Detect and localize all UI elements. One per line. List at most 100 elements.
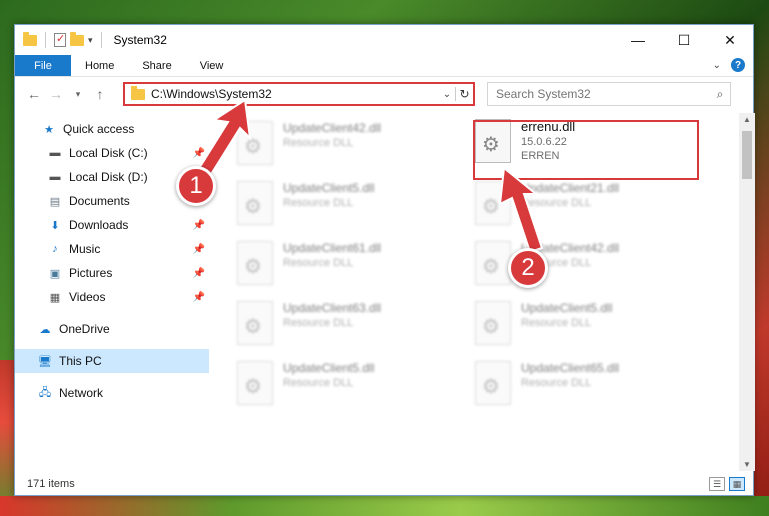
view-switcher: ☰ ▦ bbox=[709, 477, 745, 491]
pin-icon[interactable]: 📌 bbox=[193, 292, 205, 303]
tiles-view-icon[interactable]: ▦ bbox=[729, 477, 745, 491]
videos-icon: ▦ bbox=[49, 291, 61, 304]
list-item[interactable]: UpdateClient5.dll Resource DLL bbox=[475, 301, 665, 347]
file-list: UpdateClient42.dll Resource DLL UpdateCl… bbox=[209, 113, 755, 471]
sidebar-item-downloads[interactable]: ⬇ Downloads 📌 bbox=[15, 213, 209, 237]
list-item[interactable]: UpdateClient65.dll Resource DLL bbox=[475, 361, 665, 407]
pin-icon[interactable]: 📌 bbox=[193, 244, 205, 255]
pin-icon[interactable]: 📌 bbox=[193, 268, 205, 279]
properties-icon[interactable] bbox=[54, 32, 66, 47]
details-view-icon[interactable]: ☰ bbox=[709, 477, 725, 491]
sidebar-item-label: OneDrive bbox=[59, 322, 110, 336]
documents-icon: ▤ bbox=[49, 195, 61, 208]
search-icon[interactable]: ⌕ bbox=[710, 87, 730, 102]
step-1-badge: 1 bbox=[176, 166, 216, 206]
item-count: 171 items bbox=[27, 478, 75, 490]
pictures-icon: ▣ bbox=[49, 267, 61, 280]
folder-icon bbox=[131, 85, 145, 100]
scroll-thumb[interactable] bbox=[742, 131, 752, 179]
tab-file[interactable]: File bbox=[15, 55, 71, 76]
dll-file-icon bbox=[475, 301, 511, 345]
dll-file-icon bbox=[475, 241, 511, 285]
star-icon: ★ bbox=[44, 123, 54, 136]
window-controls: — ☐ ✕ bbox=[615, 25, 753, 55]
tab-view[interactable]: View bbox=[186, 55, 238, 76]
expand-ribbon-icon[interactable]: ⌄ bbox=[713, 60, 721, 71]
address-bar[interactable]: C:\Windows\System32 ⌄ ↻ bbox=[123, 82, 475, 106]
drive-icon: ▬ bbox=[49, 171, 61, 183]
sidebar-item-label: Quick access bbox=[63, 122, 135, 136]
divider bbox=[100, 32, 102, 48]
list-item[interactable]: UpdateClient5.dll Resource DLL bbox=[237, 181, 427, 227]
minimize-button[interactable]: — bbox=[615, 25, 661, 55]
scroll-down-icon[interactable]: ▼ bbox=[739, 460, 755, 469]
computer-icon: 🖥 bbox=[38, 355, 52, 368]
ribbon-tabs: File Home Share View ⌄ ? bbox=[15, 55, 753, 77]
list-item[interactable]: UpdateClient63.dll Resource DLL bbox=[237, 301, 427, 347]
sidebar-item-onedrive[interactable]: ☁ OneDrive bbox=[15, 317, 209, 341]
sidebar-item-network[interactable]: 🖧 Network bbox=[15, 381, 209, 405]
window-title: System32 bbox=[113, 33, 167, 47]
tab-home[interactable]: Home bbox=[71, 55, 128, 76]
back-arrow-icon[interactable]: ← bbox=[23, 86, 45, 102]
maximize-button[interactable]: ☐ bbox=[661, 25, 707, 55]
step-2-badge: 2 bbox=[508, 248, 548, 288]
list-item[interactable]: UpdateClient21.dll Resource DLL bbox=[475, 181, 665, 227]
dll-file-icon bbox=[237, 301, 273, 345]
chevron-down-icon[interactable]: ⌄ bbox=[439, 89, 455, 100]
list-item[interactable]: UpdateClient5.dll Resource DLL bbox=[237, 361, 427, 407]
dll-file-icon bbox=[237, 121, 273, 165]
sidebar-item-music[interactable]: ♪ Music 📌 bbox=[15, 237, 209, 261]
list-item[interactable]: UpdateClient61.dll Resource DLL bbox=[237, 241, 427, 287]
drive-icon: ▬ bbox=[49, 147, 61, 159]
sidebar-item-label: Network bbox=[59, 386, 104, 400]
status-bar: 171 items ☰ ▦ bbox=[15, 473, 755, 495]
chevron-down-icon[interactable]: ▾ bbox=[88, 35, 93, 46]
list-item[interactable]: UpdateClient42.dll Resource DLL bbox=[237, 121, 427, 167]
music-icon: ♪ bbox=[52, 243, 58, 255]
sidebar-item-pictures[interactable]: ▣ Pictures 📌 bbox=[15, 261, 209, 285]
up-arrow-icon[interactable]: ↑ bbox=[89, 86, 111, 102]
sidebar-item-label: Downloads bbox=[69, 218, 129, 232]
navigation-pane: ★ Quick access ▬ Local Disk (C:) 📌 ▬ Loc… bbox=[15, 113, 209, 471]
address-path[interactable]: C:\Windows\System32 bbox=[151, 87, 439, 101]
sidebar-item-label: Videos bbox=[69, 290, 106, 304]
quick-access-toolbar: ▾ bbox=[15, 31, 106, 48]
dll-file-icon bbox=[475, 181, 511, 225]
pin-icon[interactable]: 📌 bbox=[193, 220, 205, 231]
sidebar-item-local-disk-c[interactable]: ▬ Local Disk (C:) 📌 bbox=[15, 141, 209, 165]
navigation-bar: ← → ▾ ↑ C:\Windows\System32 ⌄ ↻ ⌕ bbox=[15, 77, 753, 111]
main-body: ★ Quick access ▬ Local Disk (C:) 📌 ▬ Loc… bbox=[15, 113, 755, 471]
network-icon: 🖧 bbox=[38, 386, 52, 399]
ribbon-right-controls: ⌄ ? bbox=[713, 58, 745, 72]
scroll-up-icon[interactable]: ▲ bbox=[739, 115, 755, 124]
sidebar-item-videos[interactable]: ▦ Videos 📌 bbox=[15, 285, 209, 309]
dll-file-icon bbox=[237, 361, 273, 405]
sidebar-item-this-pc[interactable]: 🖥 This PC bbox=[15, 349, 209, 373]
background-decoration bbox=[0, 496, 769, 516]
recent-locations-icon[interactable]: ▾ bbox=[67, 89, 89, 100]
forward-arrow-icon[interactable]: → bbox=[45, 86, 67, 102]
dll-file-icon bbox=[475, 361, 511, 405]
divider bbox=[45, 32, 46, 48]
sidebar-item-label: Documents bbox=[69, 194, 130, 208]
sidebar-item-label: Music bbox=[69, 242, 101, 256]
vertical-scrollbar[interactable]: ▲ ▼ bbox=[739, 113, 755, 471]
close-button[interactable]: ✕ bbox=[707, 25, 753, 55]
refresh-icon[interactable]: ↻ bbox=[455, 87, 473, 101]
folder-icon bbox=[23, 31, 37, 46]
help-icon[interactable]: ? bbox=[731, 58, 745, 72]
list-item[interactable]: UpdateClient42.dll Resource DLL bbox=[475, 241, 665, 287]
pin-icon[interactable]: 📌 bbox=[193, 148, 205, 159]
cloud-icon: ☁ bbox=[39, 323, 51, 336]
tab-share[interactable]: Share bbox=[128, 55, 185, 76]
search-input[interactable] bbox=[496, 87, 710, 101]
search-box[interactable]: ⌕ bbox=[487, 82, 731, 106]
explorer-window: ▾ System32 — ☐ ✕ File Home Share View ⌄ … bbox=[14, 24, 755, 496]
new-folder-icon[interactable] bbox=[70, 31, 84, 46]
dll-file-icon bbox=[237, 181, 273, 225]
sidebar-item-quick-access[interactable]: ★ Quick access bbox=[15, 117, 209, 141]
title-bar: ▾ System32 — ☐ ✕ bbox=[15, 25, 753, 55]
